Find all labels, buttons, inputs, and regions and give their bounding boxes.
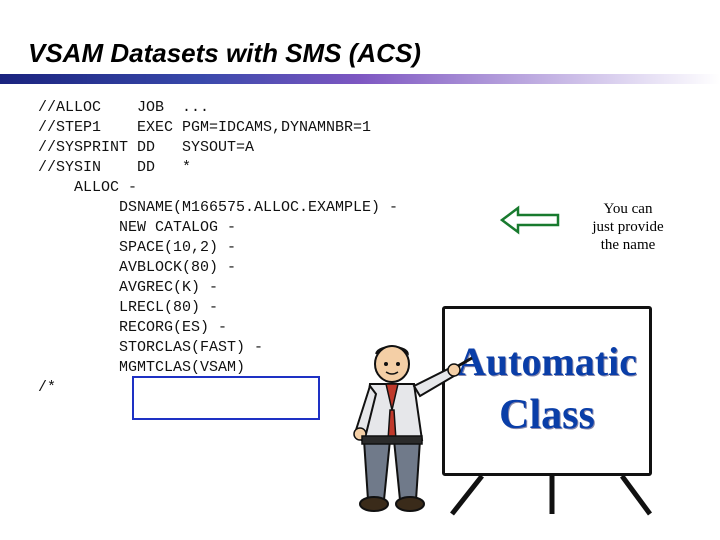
- code-line: AVGREC(K) -: [38, 279, 218, 296]
- code-line: MGMTCLAS(VSAM): [38, 359, 245, 376]
- code-line: ALLOC -: [38, 179, 137, 196]
- code-line: STORCLAS(FAST) -: [38, 339, 263, 356]
- left-arrow-icon: [500, 205, 560, 235]
- code-line: AVBLOCK(80) -: [38, 259, 236, 276]
- code-line: NEW CATALOG -: [38, 219, 236, 236]
- callout-line: the name: [563, 236, 693, 254]
- code-line: LRECL(80) -: [38, 299, 218, 316]
- code-line: /*: [38, 379, 56, 396]
- code-line: SPACE(10,2) -: [38, 239, 236, 256]
- slide-title: VSAM Datasets with SMS (ACS): [28, 38, 421, 69]
- code-line: //SYSIN DD *: [38, 159, 191, 176]
- highlight-box: [132, 376, 320, 420]
- presenter-person-icon: [322, 340, 482, 515]
- code-line: //STEP1 EXEC PGM=IDCAMS,DYNAMNBR=1: [38, 119, 371, 136]
- code-line: RECORG(ES) -: [38, 319, 227, 336]
- slide: VSAM Datasets with SMS (ACS) //ALLOC JOB…: [0, 0, 720, 540]
- callout-line: just provide: [563, 218, 693, 236]
- code-line: //SYSPRINT DD SYSOUT=A: [38, 139, 254, 156]
- callout-line: You can: [563, 200, 693, 218]
- code-line: //ALLOC JOB ...: [38, 99, 209, 116]
- code-line: DSNAME(M166575.ALLOC.EXAMPLE) -: [38, 199, 398, 216]
- title-underline-bar: [0, 74, 720, 84]
- presenter-clipart: Automatic Class: [322, 300, 692, 515]
- callout-text: You can just provide the name: [563, 200, 693, 254]
